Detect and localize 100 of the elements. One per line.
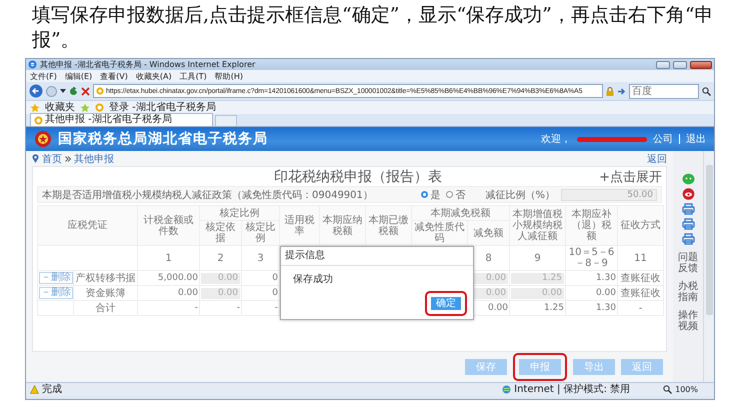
browser-tab[interactable]: 其他申报 -湖北省电子税务局 [30,113,213,126]
company-name: 公司 [653,133,673,146]
maximize-button[interactable] [673,60,687,68]
chevron-icon [65,156,71,162]
menu-item[interactable]: 文件(F) [30,70,57,82]
side-link[interactable]: 办税指南 [678,281,698,303]
table-cell: 1.30 [596,302,616,312]
column-header: 征收方式 [618,206,664,246]
site-title: 国家税务总局湖北省电子税务局 [58,130,268,148]
radio-option[interactable]: 否 [446,188,466,202]
favorites-button[interactable]: 收藏夹 [45,102,75,114]
table-cell: 查账征收 [620,272,660,284]
printer-icon[interactable] [682,203,694,215]
column-number: 3 [257,252,264,264]
table-cell: - [274,302,278,312]
search-icon[interactable] [702,86,711,96]
column-header: 本期已缴税额 [366,206,412,246]
table-cell: 产权转移书据 [76,272,136,284]
chat-icon[interactable] [682,173,694,185]
menu-item[interactable]: 工具(T) [180,70,207,82]
dialog-message: 保存成功 [292,272,334,287]
table-cell: 0 [272,288,278,298]
table-cell: 资金账簿 [86,288,126,298]
column-header: 核定依据 [200,220,242,246]
amount-field: 0.00 [201,272,240,284]
menu-item[interactable]: 查看(V) [100,70,128,82]
back-link[interactable]: 返回 [647,152,667,166]
menu-item[interactable]: 编辑(E) [64,70,92,82]
amount-field: 1.25 [511,272,564,284]
back-button[interactable] [29,84,43,98]
rate-label: 减征比例（%） [485,188,555,202]
instruction-text: 填写保存申报数据后,点击提示框信息“确定”，显示“保存成功”，再点击右下角“申报”。 [32,3,715,53]
close-button[interactable] [690,60,712,68]
side-link[interactable]: 操作视频 [678,310,698,332]
table-cell: 0 [272,272,278,282]
column-number: 10＝5－6－8－9 [568,247,614,269]
column-header: 本期增值税小规模纳税人减征额 [510,206,566,246]
printer-icon[interactable] [682,233,694,245]
dialog-title: 提示信息 [281,247,473,266]
column-number: 8 [485,252,492,264]
stop-icon[interactable] [81,86,90,96]
amount-field: 0.00 [201,288,240,298]
table-cell: 1.25 [544,302,564,312]
browser-logo-icon [28,60,37,69]
window-title: 其他申报 -湖北省电子税务局 - Windows Internet Explorer [40,59,256,70]
emblem-icon [34,130,52,148]
table-cell: - [194,302,198,312]
status-text: 完成 [42,384,62,396]
table-cell: 查账征收 [620,288,660,298]
logout-link[interactable]: 退出 [686,132,706,146]
location-pin-icon [32,154,39,163]
column-number: 9 [534,252,541,264]
form-title: 印花税纳税申报（报告）表 [273,168,444,186]
security-zone: Internet | 保护模式: 禁用 [514,384,630,396]
table-cell: 5,000.00 [158,272,198,282]
star-icon [30,102,40,112]
scrollbar[interactable] [703,151,714,382]
side-link[interactable]: 问题反馈 [678,252,698,274]
column-header: 减免性质代码 [412,220,468,246]
column-header: 减免额 [468,220,510,246]
menu-item[interactable]: 收藏夹(A) [136,70,172,82]
table-cell: 0.00 [488,302,508,312]
info-icon [30,385,39,394]
rate-field: 50.00 [561,188,657,200]
column-header: 本期应补（退）税额 [566,206,618,246]
welcome-text: 欢迎， [541,132,571,146]
column-header: 适用税率 [280,206,320,246]
redaction-mark [577,136,647,142]
policy-question: 本期是否适用增值税小规模纳税人减征政策（减免性质代码：09049901） [42,188,374,202]
column-header: 本期减免税额 [412,206,510,220]
column-header: 计税金额或件数 [138,206,200,246]
eye-icon[interactable] [682,188,694,200]
table-cell: - [236,302,240,312]
table-cell: 合计 [96,302,116,314]
go-arrow-icon[interactable] [617,86,626,96]
zoom-icon[interactable] [663,385,672,394]
column-header: 本期应纳税额 [320,206,366,246]
column-number: 1 [165,252,172,264]
column-header: 核定比例 [242,220,280,246]
table-cell: 0.00 [596,288,616,298]
breadcrumb-link[interactable]: 首页 [42,152,62,166]
amount-field: 0.00 [511,288,564,298]
dropdown-caret-icon[interactable] [60,89,66,93]
search-field[interactable]: 百度 [629,84,699,98]
table-cell: - [638,302,642,314]
table-cell: 1.30 [596,272,616,282]
column-header: 核定比例 [200,206,280,220]
table-cell: 0.00 [178,288,198,298]
breadcrumb-link[interactable]: 其他申报 [74,152,114,166]
column-number: 2 [217,252,224,264]
column-number: 11 [634,252,647,264]
radio-option[interactable]: 是 [421,188,440,202]
printer-icon[interactable] [682,218,694,230]
lock-icon [606,86,614,96]
column-header: 应税凭证 [38,206,138,246]
expand-link[interactable]: +点击展开 [599,168,662,186]
zoom-level[interactable]: 100% [675,384,698,396]
favorite-link[interactable]: 登录 -湖北省电子税务局 [109,102,216,114]
menu-item[interactable]: 帮助(H) [214,70,243,82]
minimize-button[interactable] [656,60,670,68]
